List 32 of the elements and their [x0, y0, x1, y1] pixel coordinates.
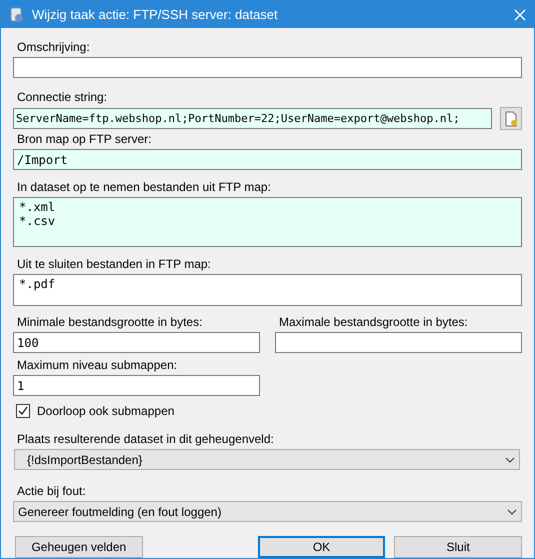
field-label: Maximum niveau submappen:: [17, 358, 178, 372]
text-field[interactable]: /Import: [13, 149, 522, 170]
text-area[interactable]: *.pdf: [13, 274, 522, 306]
dropdown[interactable]: Genereer foutmelding (en fout loggen): [13, 501, 522, 522]
text-area[interactable]: *.xml *.csv: [13, 197, 522, 247]
dialog-button[interactable]: Sluit: [394, 536, 522, 558]
field-label: Maximale bestandsgrootte in bytes:: [279, 315, 469, 329]
text-field[interactable]: 1: [13, 375, 260, 396]
app-icon: [9, 6, 25, 22]
field-label: Actie bij fout:: [17, 484, 87, 498]
browse-button[interactable]: [500, 107, 522, 130]
field-label: Connectie string:: [17, 90, 108, 104]
window-title: Wijzig taak actie: FTP/SSH server: dataset: [32, 7, 279, 22]
text-field[interactable]: [13, 57, 522, 78]
field-label: In dataset op te nemen bestanden uit FTP map:: [17, 180, 272, 194]
field-label: Plaats resulterende dataset in dit geheugenveld:: [17, 432, 275, 446]
field-label: Omschrijving:: [17, 40, 91, 54]
close-icon[interactable]: [514, 8, 526, 20]
dialog-button[interactable]: Geheugen velden: [15, 536, 143, 558]
field-label: Bron map op FTP server:: [17, 132, 152, 146]
text-field[interactable]: [275, 332, 522, 353]
dropdown[interactable]: {!dsImportBestanden}: [14, 449, 520, 470]
field-label: Uit te sluiten bestanden in FTP map:: [17, 257, 212, 271]
chevron-down-icon: [505, 456, 515, 462]
text-field[interactable]: ServerName=ftp.webshop.nl;PortNumber=22;UserName=export@webshop.nl;: [13, 108, 492, 129]
checkmark-icon: [18, 406, 28, 416]
text-field[interactable]: 100: [13, 332, 260, 353]
dialog-button[interactable]: OK: [258, 536, 386, 558]
checkbox[interactable]: Doorloop ook submappen: [16, 404, 522, 418]
document-icon: [503, 110, 520, 126]
chevron-down-icon: [507, 508, 517, 514]
field-label: Minimale bestandsgrootte in bytes:: [17, 315, 204, 329]
